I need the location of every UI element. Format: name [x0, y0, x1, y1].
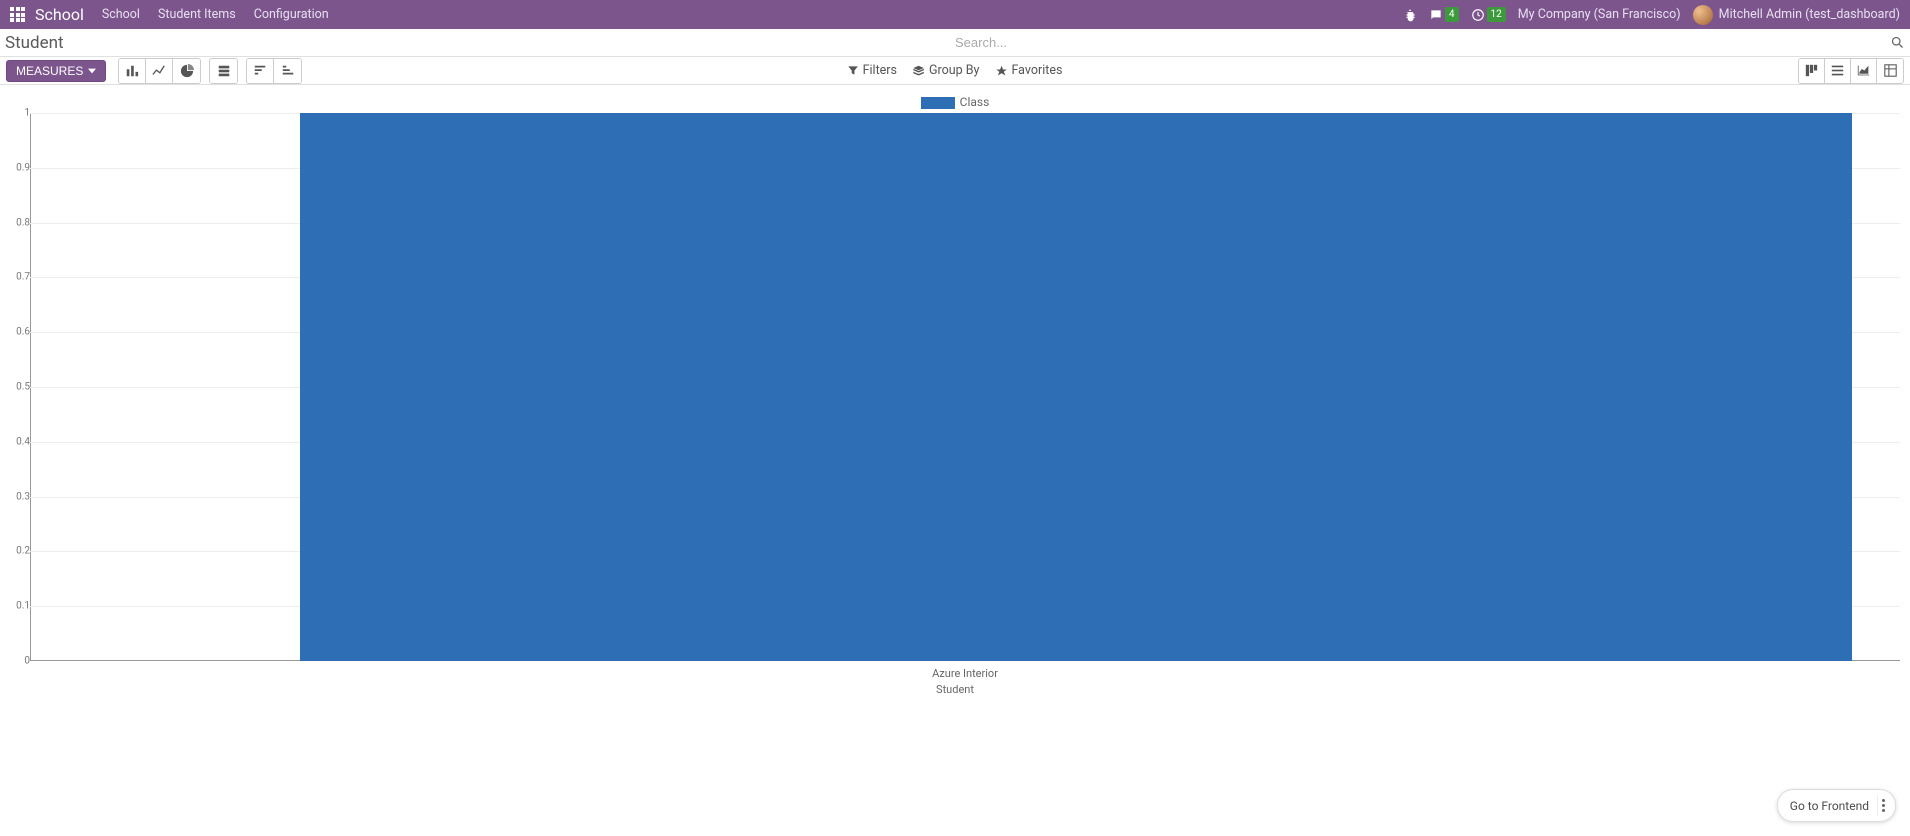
list-view-icon[interactable]	[1825, 59, 1851, 83]
bar-chart-icon[interactable]	[119, 59, 146, 83]
x-tick: Azure Interior	[932, 667, 998, 680]
line-chart-icon[interactable]	[146, 59, 173, 83]
app-brand[interactable]: School	[35, 5, 84, 24]
avatar	[1693, 5, 1713, 25]
pie-chart-icon[interactable]	[173, 59, 200, 83]
company-switcher[interactable]: My Company (San Francisco)	[1518, 7, 1681, 22]
y-tick: 0.3	[16, 491, 30, 502]
legend-label: Class	[960, 95, 990, 109]
search-box[interactable]	[955, 35, 1905, 50]
top-navbar: School School Student Items Configuratio…	[0, 0, 1910, 29]
chart-bar[interactable]	[300, 113, 1852, 661]
chart-plot: 00.10.20.30.40.50.60.70.80.91 Azure Inte…	[16, 113, 1902, 661]
search-options: Filters Group By Favorites	[848, 63, 1063, 78]
user-menu[interactable]: Mitchell Admin (test_dashboard)	[1693, 5, 1900, 25]
kanban-view-icon[interactable]	[1799, 59, 1825, 83]
navbar-left: School School Student Items Configuratio…	[10, 0, 347, 29]
y-tick: 0.7	[16, 272, 30, 283]
control-panel-bottom: MEASURES Filters	[0, 57, 1910, 85]
filters-label: Filters	[863, 63, 897, 78]
navbar-right: 4 12 My Company (San Francisco) Mitchell…	[1403, 5, 1900, 25]
y-tick: 0.1	[16, 601, 30, 612]
activities-badge: 12	[1487, 7, 1506, 22]
sort-desc-icon[interactable]	[247, 59, 274, 83]
graph-view-icon[interactable]	[1851, 59, 1877, 83]
stacking-group	[209, 58, 238, 84]
control-panel-top: Student	[0, 29, 1910, 57]
graph-type-group	[118, 58, 201, 84]
y-tick: 0.6	[16, 327, 30, 338]
breadcrumb: Student	[5, 33, 955, 53]
apps-icon[interactable]	[10, 7, 25, 22]
search-icon[interactable]	[1890, 35, 1905, 50]
user-name: Mitchell Admin (test_dashboard)	[1719, 7, 1900, 22]
search-input[interactable]	[955, 35, 1890, 50]
nav-menu-student-items[interactable]: Student Items	[158, 7, 236, 22]
goto-frontend-button[interactable]: Go to Frontend	[1777, 789, 1896, 822]
y-tick: 0.8	[16, 217, 30, 228]
nav-menu-school[interactable]: School	[102, 7, 140, 22]
measures-button[interactable]: MEASURES	[6, 60, 106, 82]
nav-menu-configuration[interactable]: Configuration	[254, 7, 329, 22]
y-tick: 0.4	[16, 436, 30, 447]
groupby-button[interactable]: Group By	[913, 63, 979, 78]
y-tick: 0.9	[16, 162, 30, 173]
y-axis: 00.10.20.30.40.50.60.70.80.91	[16, 113, 30, 661]
star-icon	[995, 65, 1007, 77]
chart-area: Class 00.10.20.30.40.50.60.70.80.91 Azur…	[0, 85, 1910, 696]
legend-swatch	[921, 97, 955, 109]
goto-frontend-label: Go to Frontend	[1790, 799, 1869, 813]
stacked-icon[interactable]	[210, 59, 237, 83]
layers-icon	[913, 65, 925, 77]
messages-icon[interactable]: 4	[1429, 7, 1459, 22]
y-tick: 0.5	[16, 382, 30, 393]
measures-label: MEASURES	[16, 64, 83, 78]
y-tick: 0.2	[16, 546, 30, 557]
filters-button[interactable]: Filters	[848, 63, 897, 78]
messages-badge: 4	[1445, 7, 1459, 22]
activities-icon[interactable]: 12	[1471, 7, 1506, 22]
pivot-view-icon[interactable]	[1877, 59, 1903, 83]
filter-icon	[848, 65, 859, 76]
groupby-label: Group By	[929, 63, 979, 78]
more-icon[interactable]	[1877, 795, 1889, 816]
favorites-label: Favorites	[1011, 63, 1062, 78]
favorites-button[interactable]: Favorites	[995, 63, 1062, 78]
debug-icon[interactable]	[1403, 8, 1417, 22]
view-switcher	[1798, 58, 1904, 84]
x-axis-label: Student	[8, 683, 1902, 696]
sort-group	[246, 58, 302, 84]
sort-asc-icon[interactable]	[274, 59, 301, 83]
chart-legend: Class	[8, 91, 1902, 113]
caret-down-icon	[88, 67, 96, 75]
